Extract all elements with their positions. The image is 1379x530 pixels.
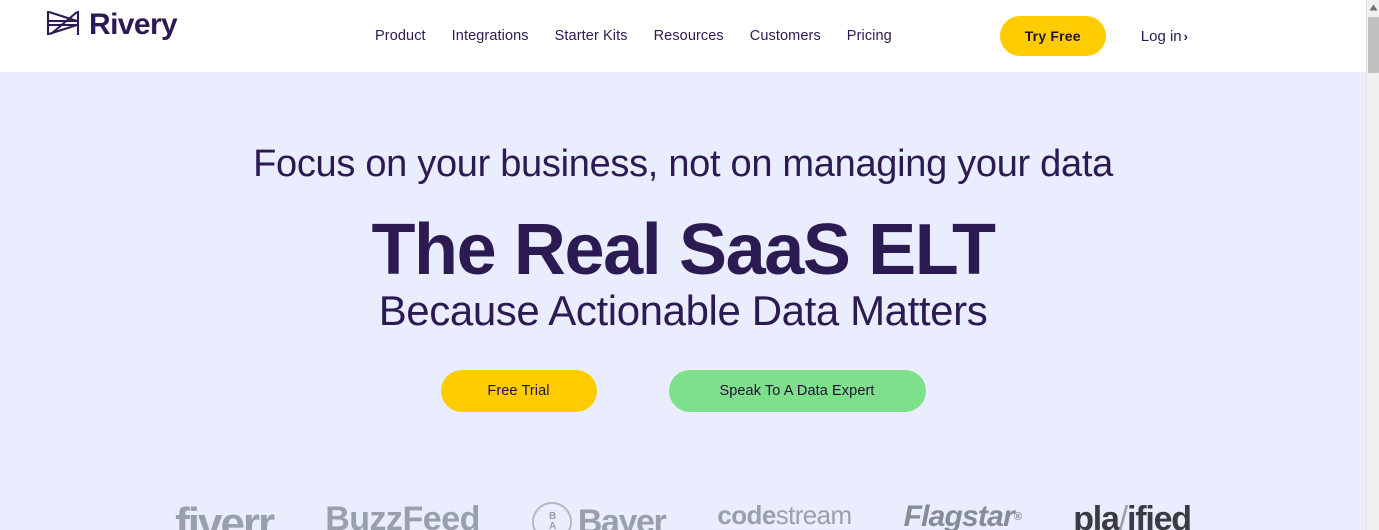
client-logo-bayer: B A Bayer bbox=[531, 502, 667, 530]
bayer-cross-icon: B A bbox=[531, 502, 572, 530]
hero-cta-group: Free Trial Speak To A Data Expert bbox=[0, 370, 1366, 412]
scroll-up-arrow-icon[interactable] bbox=[1367, 0, 1379, 15]
header-actions: Try Free Log in › bbox=[999, 0, 1188, 72]
vertical-scrollbar[interactable] bbox=[1366, 0, 1379, 530]
client-logo-strip: fiverr BuzzFeed B A Bayer code stream Fl… bbox=[0, 502, 1366, 530]
hero-subtitle: Because Actionable Data Matters bbox=[378, 287, 988, 334]
speak-to-expert-button[interactable]: Speak To A Data Expert bbox=[668, 370, 926, 412]
nav-item-starter-kits[interactable]: Starter Kits bbox=[542, 22, 641, 50]
login-label: Log in bbox=[1140, 27, 1182, 45]
chevron-right-icon: › bbox=[1183, 28, 1188, 44]
nav-item-pricing[interactable]: Pricing bbox=[834, 22, 905, 50]
hero-section: Focus on your business, not on managing … bbox=[0, 72, 1366, 530]
client-logo-playified: pla / ified bbox=[1073, 502, 1192, 530]
nav-item-resources[interactable]: Resources bbox=[641, 22, 737, 50]
client-logo-flagstar: Flagstar ® bbox=[903, 502, 1022, 530]
browser-viewport: Rivery Product Integrations Starter Kits… bbox=[0, 0, 1379, 530]
page-title: The Real SaaS ELT bbox=[371, 210, 995, 290]
brand-name: Rivery bbox=[89, 7, 178, 41]
hero-eyebrow: Focus on your business, not on managing … bbox=[253, 143, 1113, 185]
login-link[interactable]: Log in › bbox=[1141, 28, 1188, 45]
client-logo-buzzfeed: BuzzFeed bbox=[325, 502, 480, 530]
brand-logo[interactable]: Rivery bbox=[46, 7, 178, 42]
rivery-logo-icon bbox=[46, 9, 80, 42]
page-content: Rivery Product Integrations Starter Kits… bbox=[0, 0, 1366, 530]
site-header: Rivery Product Integrations Starter Kits… bbox=[0, 0, 1366, 72]
main-navigation: Product Integrations Starter Kits Resour… bbox=[362, 0, 905, 72]
scrollbar-thumb[interactable] bbox=[1368, 17, 1379, 73]
nav-item-customers[interactable]: Customers bbox=[737, 22, 834, 50]
client-logo-fiverr: fiverr bbox=[175, 502, 275, 530]
client-logo-codestream: code stream bbox=[717, 502, 852, 530]
nav-item-product[interactable]: Product bbox=[362, 22, 439, 50]
try-free-button[interactable]: Try Free bbox=[999, 16, 1106, 56]
free-trial-button[interactable]: Free Trial bbox=[440, 370, 597, 412]
nav-item-integrations[interactable]: Integrations bbox=[439, 22, 542, 50]
